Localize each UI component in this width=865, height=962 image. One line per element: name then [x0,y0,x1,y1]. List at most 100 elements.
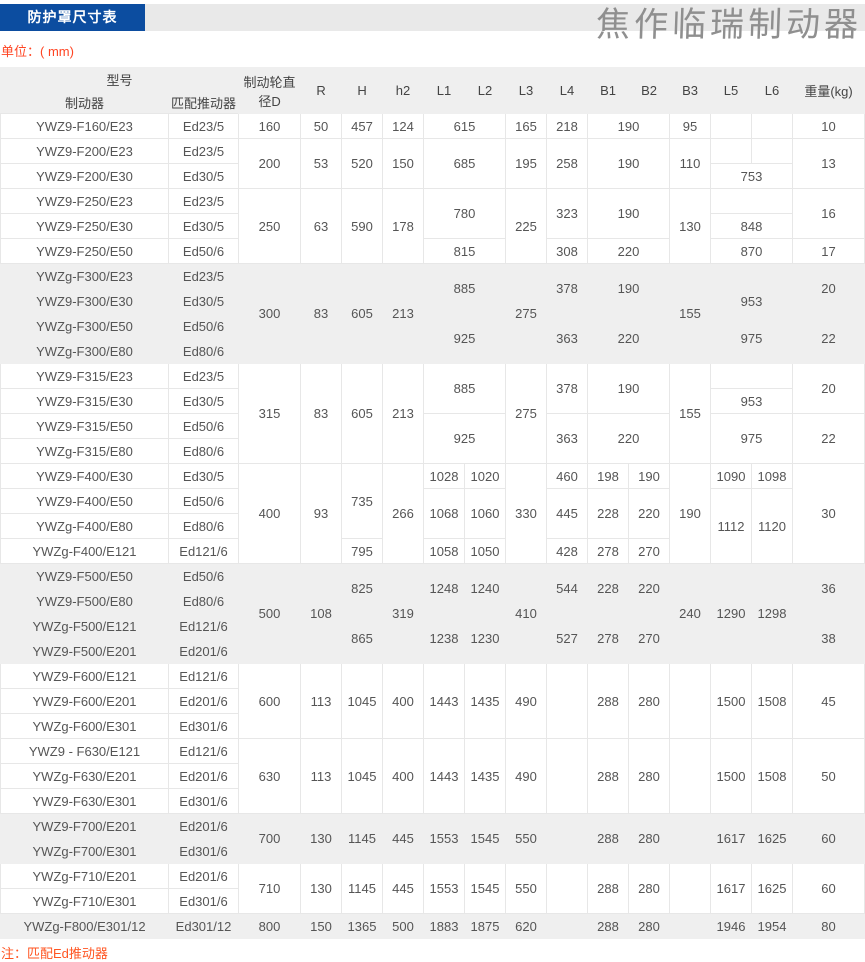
model-cell: YWZ9-F400/E30 [0,463,169,489]
value-cell [669,913,712,939]
table-row: YWZg-F300/E23 Ed23/5 300 83 605 213 885 275 378 1… [0,263,865,364]
value-cell: 1145 [341,813,384,864]
value-cell: 80 [792,913,865,939]
table-row: YWZg-F800/E301/12 Ed301/12 800 150 1365 500 18… [0,913,865,939]
model-cell: YWZ9-F400/E50 [0,488,169,514]
thruster-cell: Ed50/6 [167,488,240,514]
value-cell: 378 [546,363,589,414]
value-cell: 848 [710,213,794,239]
value-cell: 975 [710,313,794,364]
value-cell: 1625 [751,863,794,914]
thruster-cell: Ed121/6 [167,663,240,689]
value-cell: 195 [505,138,548,189]
value-cell: 330 [505,463,548,564]
value-cell: 198 [587,463,630,489]
value-cell: 490 [505,738,548,814]
model-cell: YWZ9-F200/E23 [0,138,169,164]
value-cell: 1435 [464,663,507,739]
value-cell: 16 [792,188,865,239]
model-cell: YWZg-F300/E23 [0,263,169,289]
value-cell [546,813,589,864]
value-cell: 1617 [710,863,753,914]
table-row: YWZg-F710/E201 Ed201/6 710 130 1145 445 1553 15… [0,863,865,914]
model-cell: YWZg-F300/E80 [0,338,169,364]
model-cell: YWZ9-F315/E30 [0,388,169,414]
value-cell: 735 [341,463,384,539]
model-cell: YWZ9-F630/E301 [0,788,169,814]
value-cell: 1120 [751,488,794,564]
value-cell: 460 [546,463,589,489]
value-cell: 1248 [423,563,466,614]
value-cell: 150 [382,138,425,189]
value-cell: 500 [238,563,302,664]
value-cell: 1545 [464,863,507,914]
value-cell: 270 [628,538,671,564]
value-cell: 130 [300,813,343,864]
thruster-cell: Ed201/6 [167,688,240,714]
header-col-H: H [341,67,384,114]
model-cell: YWZ9-F500/E50 [0,563,169,589]
value-cell: 60 [792,863,865,914]
value-cell: 1443 [423,663,466,739]
value-cell: 1050 [464,538,507,564]
value-cell: 1553 [423,863,466,914]
thruster-cell: Ed121/6 [167,613,240,639]
value-cell: 795 [341,538,384,564]
table-header: 型号 制动轮直 径D R H h2 L1 L2 L3 L4 B1 B2 B3 L… [0,67,865,114]
value-cell: 220 [587,413,671,464]
thruster-cell: Ed30/5 [167,163,240,189]
model-cell: YWZg-F700/E301 [0,838,169,864]
value-cell: 20 [792,363,865,414]
model-cell: YWZg-F500/E121 [0,613,169,639]
thruster-cell: Ed301/6 [167,888,240,914]
value-cell [669,863,712,914]
value-cell: 1443 [423,738,466,814]
header-col-B2: B2 [628,67,671,114]
value-cell: 280 [628,863,671,914]
value-cell: 22 [792,313,865,364]
value-cell: 108 [300,563,343,664]
thruster-cell: Ed50/6 [167,313,240,339]
header-diameter-line2: 径D [258,93,281,109]
model-cell: YWZ9-F315/E50 [0,413,169,439]
value-cell: 605 [341,363,384,464]
value-cell: 1045 [341,663,384,739]
value-cell: 825 [341,563,384,614]
value-cell: 600 [238,663,302,739]
value-cell: 288 [587,863,630,914]
value-cell: 155 [669,263,712,364]
table-row: YWZ9-F250/E50 Ed50/6 815 308 220 870 17 [0,238,865,264]
header-diameter-line1: 制动轮直 [243,74,296,90]
value-cell: 124 [382,113,425,139]
thruster-cell: Ed201/6 [167,813,240,839]
value-cell: 300 [238,263,302,364]
value-cell: 885 [423,263,507,314]
model-cell: YWZ9-F160/E23 [0,113,169,139]
header-col-L3: L3 [505,67,548,114]
value-cell [546,738,589,814]
value-cell: 250 [238,188,302,264]
value-cell: 220 [628,488,671,539]
thruster-cell: Ed80/6 [167,438,240,464]
model-cell: YWZ9-F600/E121 [0,663,169,689]
value-cell: 20 [792,263,865,314]
model-cell: YWZg-F800/E301/12 [0,913,169,939]
header-weight: 重量(kg) [792,67,865,114]
thruster-cell: Ed30/5 [167,213,240,239]
value-cell [710,263,794,289]
thruster-cell: Ed50/6 [167,563,240,589]
value-cell: 400 [238,463,302,564]
value-cell: 615 [423,113,507,139]
thruster-cell: Ed121/6 [167,538,240,564]
thruster-cell: Ed23/5 [167,138,240,164]
value-cell: 753 [710,163,794,189]
header-col-h2: h2 [382,67,425,114]
table-row: YWZ9-F160/E23 Ed23/5 160 50 457 124 615 165 218 1… [0,113,865,139]
value-cell: 130 [669,188,712,264]
value-cell: 258 [546,138,589,189]
thruster-cell: Ed301/6 [167,788,240,814]
value-cell [710,138,753,164]
thruster-cell: Ed50/6 [167,238,240,264]
value-cell: 1290 [710,563,753,664]
value-cell [751,138,794,164]
